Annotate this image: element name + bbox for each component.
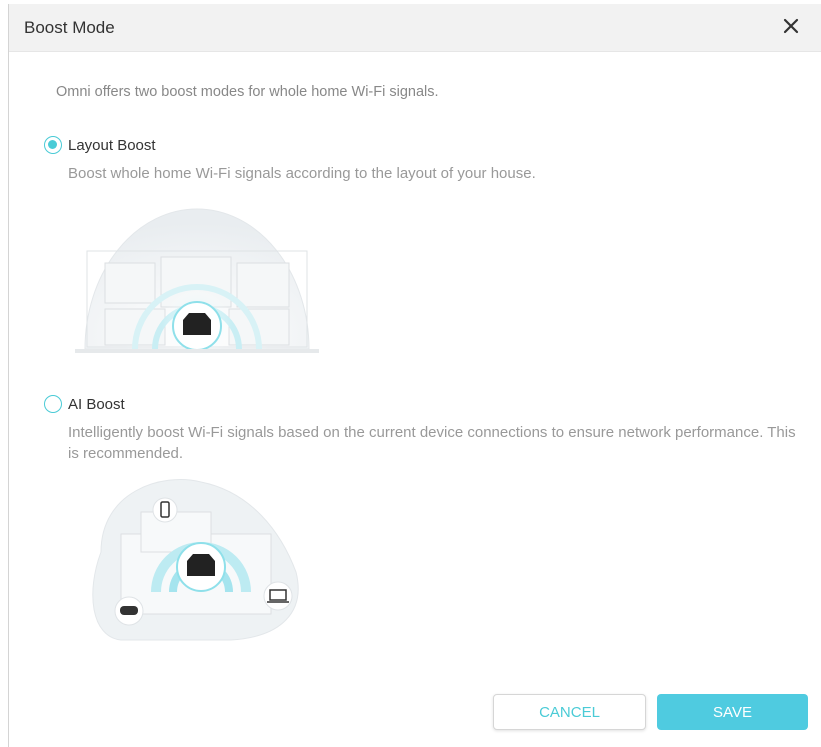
- ai-boost-label: AI Boost: [68, 395, 125, 413]
- ai-boost-devices-illustration: [92, 479, 299, 641]
- save-button[interactable]: SAVE: [657, 694, 808, 730]
- boost-mode-dialog: Boost Mode Omni offers two boost modes f…: [8, 4, 821, 747]
- intro-text: Omni offers two boost modes for whole ho…: [56, 84, 439, 100]
- cancel-button[interactable]: CANCEL: [493, 694, 646, 730]
- house-layout-router-illustration: [75, 208, 319, 359]
- dialog-title: Boost Mode: [24, 18, 115, 37]
- ai-boost-radio[interactable]: [44, 395, 62, 413]
- ai-boost-option[interactable]: AI Boost: [44, 395, 125, 413]
- dialog-header: Boost Mode: [9, 4, 821, 52]
- layout-boost-label: Layout Boost: [68, 136, 156, 154]
- ai-boost-description: Intelligently boost Wi-Fi signals based …: [68, 424, 796, 462]
- close-icon[interactable]: [778, 13, 804, 39]
- layout-boost-description: Boost whole home Wi-Fi signals according…: [68, 165, 536, 182]
- layout-boost-option[interactable]: Layout Boost: [44, 136, 156, 154]
- layout-boost-radio[interactable]: [44, 136, 62, 154]
